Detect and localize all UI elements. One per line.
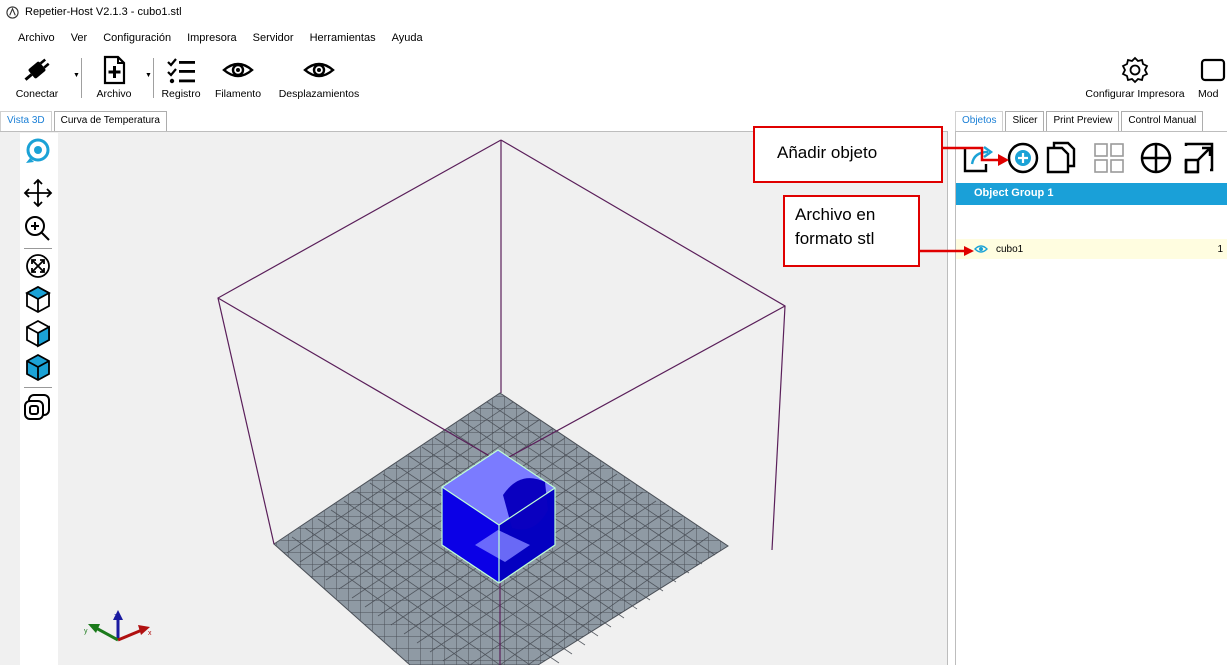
menu-ver[interactable]: Ver (63, 30, 96, 46)
toolbar-separator (153, 58, 154, 98)
object-group-header[interactable]: Object Group 1 (956, 183, 1227, 205)
tab-3d-view[interactable]: Vista 3D (0, 111, 52, 132)
moves-button[interactable]: Desplazamientos (268, 50, 370, 102)
eye-icon (303, 62, 335, 78)
filament-button[interactable]: Filamento (210, 50, 266, 102)
objects-toolbar (962, 140, 1224, 174)
toolbar-separator (81, 58, 82, 98)
view-tabs: Vista 3D Curva de Temperatura (0, 111, 169, 132)
tab-manual-control[interactable]: Control Manual (1121, 111, 1204, 131)
title-bar: Repetier-Host V2.1.3 - cubo1.stl (0, 0, 1227, 24)
fit-view-icon[interactable] (26, 254, 50, 278)
file-label: Archivo (96, 88, 132, 100)
mode-icon (1200, 58, 1226, 82)
move-view-icon[interactable] (23, 178, 53, 208)
menu-servidor[interactable]: Servidor (245, 30, 302, 46)
tab-print-preview[interactable]: Print Preview (1046, 111, 1120, 131)
connect-label: Conectar (15, 88, 59, 100)
center-object-icon[interactable] (1140, 142, 1172, 174)
tab-slicer[interactable]: Slicer (1005, 111, 1045, 131)
menu-herramientas[interactable]: Herramientas (302, 30, 384, 46)
tab-objects[interactable]: Objetos (955, 111, 1004, 132)
panel-tabs: Objetos Slicer Print Preview Control Man… (955, 111, 1205, 132)
log-button[interactable]: Registro (156, 50, 206, 102)
view-tools-sidebar (20, 133, 58, 665)
objects-panel (955, 131, 1227, 665)
log-label: Registro (161, 88, 201, 100)
view-side-icon[interactable] (26, 353, 50, 382)
printer-config-button[interactable]: Configurar Impresora (1076, 50, 1194, 102)
mode-label: Mod (1198, 88, 1219, 100)
autoposition-icon[interactable] (1094, 143, 1124, 173)
add-object-icon[interactable] (1007, 142, 1039, 174)
svg-text:x: x (148, 630, 152, 637)
parallel-projection-icon[interactable] (24, 394, 50, 420)
list-item[interactable]: cubo1 1 (956, 239, 1227, 259)
zoom-icon[interactable] (25, 216, 50, 241)
add-file-icon (103, 55, 126, 85)
file-dropdown-icon[interactable]: ▼ (145, 72, 152, 79)
eye-icon (222, 62, 254, 78)
menu-configuracion[interactable]: Configuración (95, 30, 179, 46)
filament-label: Filamento (214, 88, 262, 100)
mode-button[interactable]: Mod (1198, 50, 1227, 102)
svg-text:z: z (114, 613, 118, 620)
file-button[interactable]: Archivo (88, 50, 140, 102)
add-object-callout-text: Añadir objeto (777, 143, 878, 162)
object-name: cubo1 (996, 243, 1024, 255)
scale-object-icon[interactable] (1184, 142, 1214, 174)
menu-impresora[interactable]: Impresora (179, 30, 245, 46)
connect-button[interactable]: Conectar (4, 50, 70, 102)
connect-dropdown-icon[interactable]: ▼ (73, 72, 80, 79)
object-value: 1 (1217, 243, 1223, 255)
view-front-icon[interactable] (26, 319, 50, 348)
tab-temperature-curve[interactable]: Curva de Temperatura (53, 111, 167, 131)
sidebar-separator (24, 387, 52, 388)
eye-icon[interactable] (974, 244, 988, 254)
gear-icon (1121, 56, 1149, 84)
checklist-icon (167, 58, 195, 84)
rotate-view-icon[interactable] (26, 138, 50, 163)
menu-archivo[interactable]: Archivo (10, 30, 63, 46)
copy-object-icon[interactable] (1046, 141, 1076, 174)
add-object-callout: Añadir objeto (753, 126, 943, 183)
menu-bar: Archivo Ver Configuración Impresora Serv… (0, 27, 431, 49)
app-logo-icon (6, 5, 19, 19)
stl-callout-line-2: formato stl (795, 229, 875, 248)
export-icon[interactable] (963, 146, 994, 173)
stl-file-callout: Archivo en formato stl (783, 195, 920, 267)
printer-config-label: Configurar Impresora (1085, 88, 1185, 100)
main-toolbar: Conectar ▼ Archivo ▼ Registro Filamento (0, 50, 1227, 102)
menu-ayuda[interactable]: Ayuda (384, 30, 431, 46)
plug-icon (24, 58, 50, 81)
stl-callout-line-1: Archivo en (795, 205, 876, 224)
view-top-icon[interactable] (25, 285, 51, 314)
sidebar-separator (24, 248, 52, 249)
window-title: Repetier-Host V2.1.3 - cubo1.stl (25, 6, 182, 18)
svg-text:y: y (84, 628, 88, 635)
moves-label: Desplazamientos (278, 88, 360, 100)
axes-gizmo-icon: y z x (84, 610, 152, 642)
